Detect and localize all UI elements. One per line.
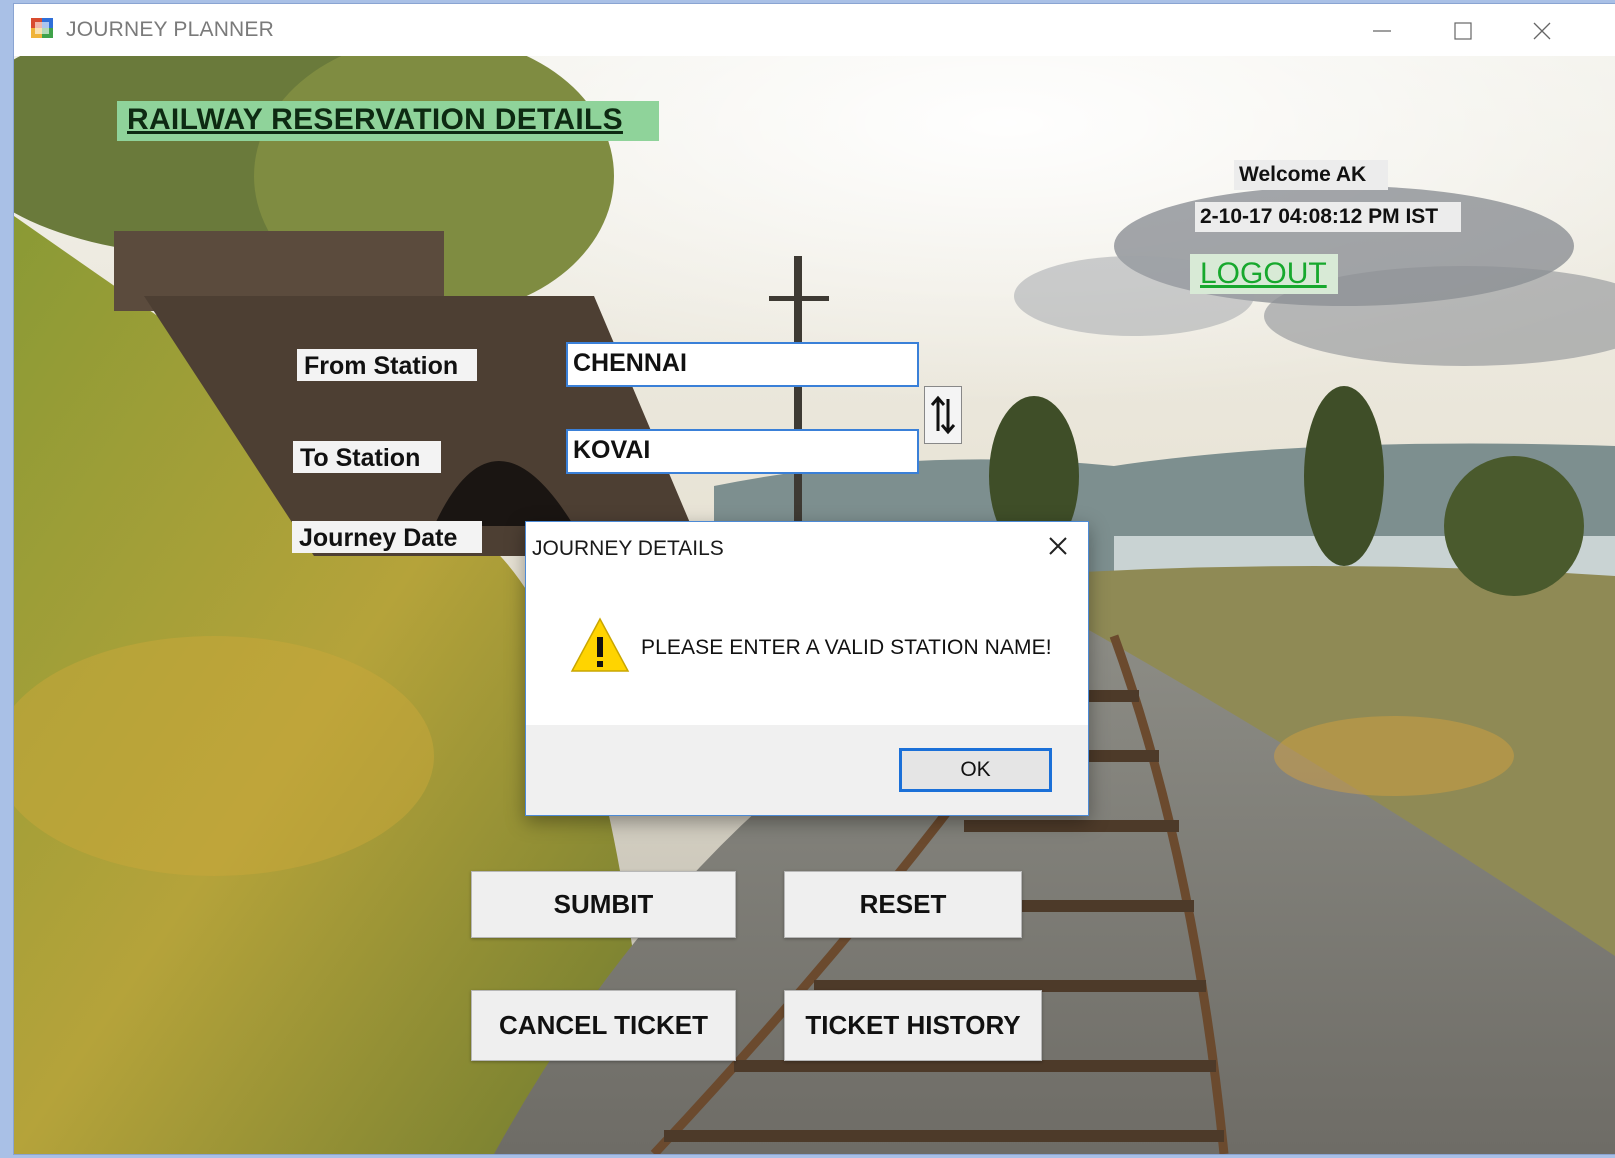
- ok-button[interactable]: OK: [899, 748, 1052, 792]
- title-bar[interactable]: JOURNEY PLANNER: [14, 4, 1615, 56]
- maximize-icon: [1454, 22, 1472, 40]
- minimize-button[interactable]: [1359, 14, 1405, 48]
- logout-link[interactable]: LOGOUT: [1190, 254, 1338, 294]
- ticket-history-button[interactable]: TICKET HISTORY: [784, 990, 1042, 1061]
- close-icon: [1533, 22, 1551, 40]
- dialog-message: PLEASE ENTER A VALID STATION NAME!: [641, 636, 1052, 659]
- dialog-body: PLEASE ENTER A VALID STATION NAME!: [526, 572, 1088, 725]
- submit-button[interactable]: SUMBIT: [471, 871, 736, 938]
- journey-planner-window: JOURNEY PLANNER RAILWAY RESERVATION DETA…: [14, 4, 1615, 1154]
- swap-arrows-icon: [930, 395, 956, 435]
- from-station-input[interactable]: CHENNAI: [566, 342, 919, 387]
- cancel-ticket-button[interactable]: CANCEL TICKET: [471, 990, 736, 1061]
- dialog-close-button[interactable]: [1044, 532, 1072, 560]
- to-station-input[interactable]: KOVAI: [566, 429, 919, 474]
- minimize-icon: [1373, 30, 1391, 32]
- journey-date-label: Journey Date: [292, 521, 482, 553]
- dialog-title: JOURNEY DETAILS: [532, 537, 724, 560]
- app-icon: [30, 16, 54, 40]
- to-station-label: To Station: [293, 441, 441, 473]
- close-icon: [1049, 537, 1067, 555]
- warning-icon: [570, 617, 630, 672]
- from-station-label: From Station: [297, 349, 477, 381]
- reset-button[interactable]: RESET: [784, 871, 1022, 938]
- maximize-button[interactable]: [1440, 14, 1486, 48]
- form-client-area: RAILWAY RESERVATION DETAILS Welcome AK 2…: [14, 56, 1615, 1154]
- datetime-label: 2-10-17 04:08:12 PM IST: [1195, 202, 1461, 232]
- close-window-button[interactable]: [1519, 14, 1565, 48]
- dialog-footer: OK: [526, 725, 1088, 815]
- window-title: JOURNEY PLANNER: [66, 18, 274, 41]
- page-title-banner: RAILWAY RESERVATION DETAILS: [117, 101, 659, 141]
- welcome-label: Welcome AK: [1234, 160, 1388, 190]
- swap-stations-button[interactable]: [924, 386, 962, 444]
- journey-details-dialog: JOURNEY DETAILS PLEASE ENTER A VALID STA…: [525, 521, 1089, 816]
